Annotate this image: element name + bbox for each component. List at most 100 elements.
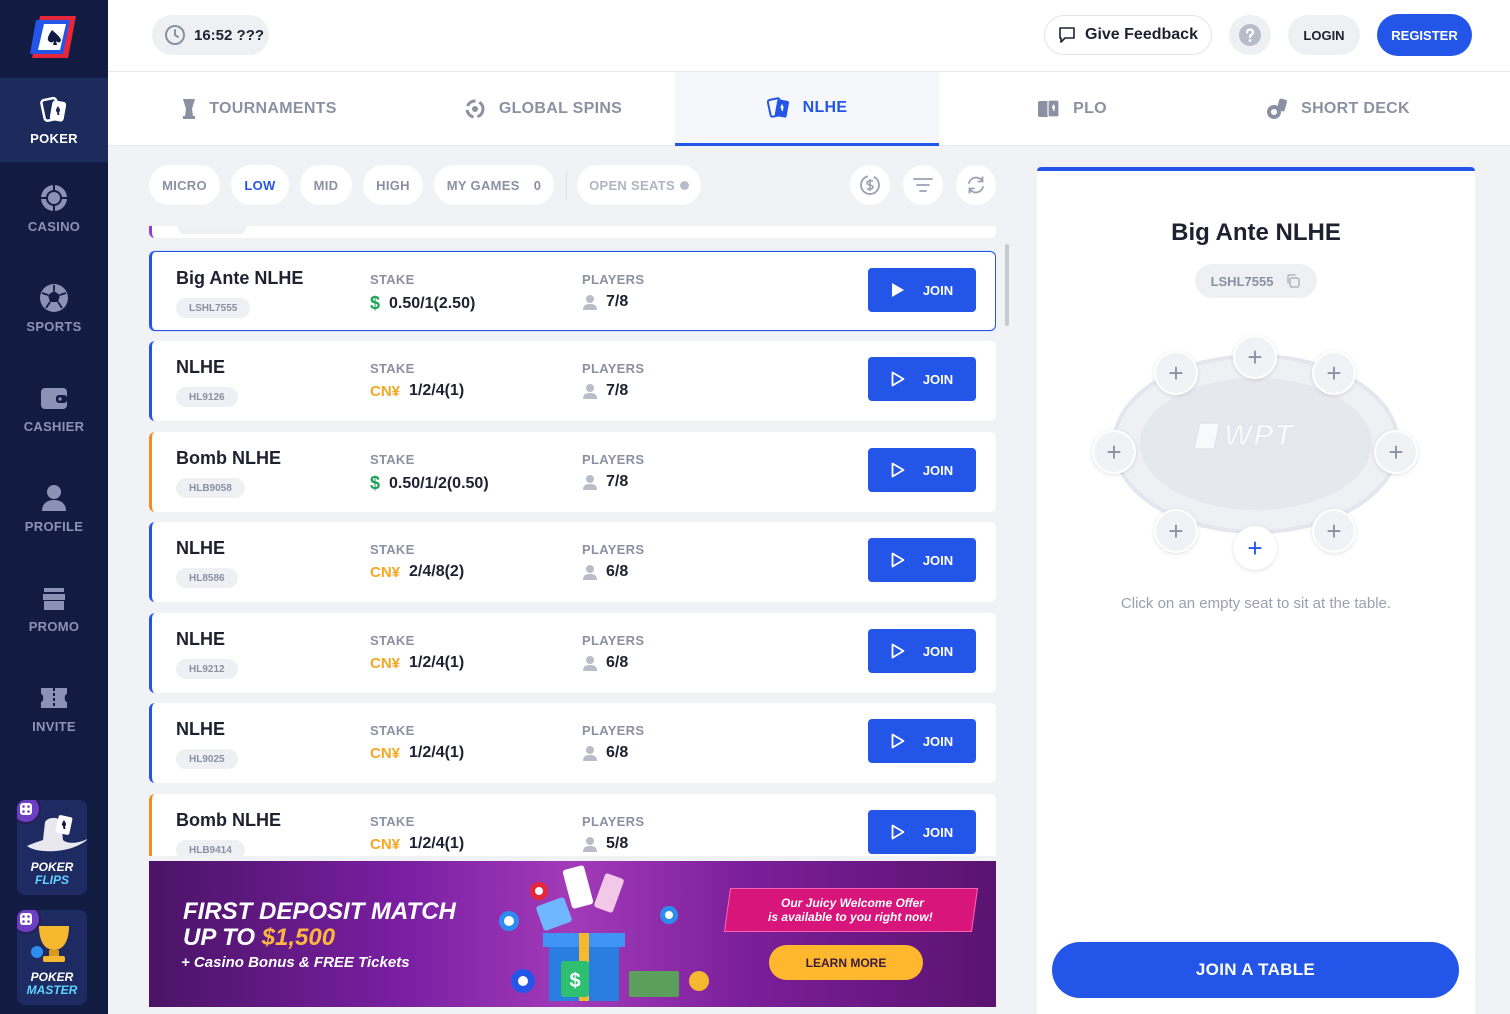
tab-global-spins[interactable]: GLOBAL SPINS (410, 72, 675, 146)
table-row[interactable]: NLHE HL9212 STAKE PLAYERS CN¥ 1/2/4(1) 6/… (149, 613, 996, 693)
sidebar-item-sports[interactable]: SPORTS (0, 266, 108, 350)
join-button[interactable]: JOIN (868, 810, 976, 854)
svg-text:$: $ (569, 970, 580, 992)
user-icon (583, 294, 597, 310)
players-value: 7/8 (582, 293, 628, 311)
players-label: PLAYERS (582, 633, 645, 648)
join-button[interactable]: JOIN (868, 629, 976, 673)
user-icon (583, 836, 597, 852)
tab-nlhe[interactable]: NLHE (675, 72, 939, 146)
first-deposit-banner[interactable]: FIRST DEPOSIT MATCH UP TO $1,500 + Casin… (149, 861, 996, 1007)
learn-more-button[interactable]: LEARN MORE (769, 945, 923, 980)
filter-divider (566, 170, 567, 200)
clock-icon (165, 25, 185, 45)
empty-seat-8[interactable]: + (1312, 509, 1356, 553)
clock-pill: 16:52 ??? (152, 15, 269, 55)
copy-icon (1287, 274, 1301, 288)
table-code: HL8586 (176, 568, 238, 588)
copy-table-code-button[interactable]: LSHL7555 (1195, 264, 1317, 298)
empty-seat-4[interactable]: + (1092, 430, 1136, 474)
tab-tournaments[interactable]: TOURNAMENTS (108, 72, 410, 146)
currency-filter-button[interactable] (850, 165, 890, 205)
register-button[interactable]: REGISTER (1377, 14, 1472, 56)
currency-symbol: CN¥ (370, 744, 401, 762)
game-type-tabs: TOURNAMENTS GLOBAL SPINS NLHE PLO SHORT … (108, 72, 1510, 146)
give-feedback-button[interactable]: Give Feedback (1044, 15, 1212, 55)
tab-short-deck[interactable]: SHORT DECK (1205, 72, 1470, 146)
join-button[interactable]: JOIN (868, 448, 976, 492)
players-label: PLAYERS (582, 542, 645, 557)
play-icon (891, 283, 904, 297)
banner-subtitle: + Casino Bonus & FREE Tickets (181, 954, 410, 971)
cards-icon (766, 96, 789, 118)
sidebar-label: CASHIER (23, 418, 85, 434)
empty-seat-3[interactable]: + (1312, 351, 1356, 395)
plo-cards-icon (1038, 99, 1060, 118)
join-button[interactable]: JOIN (868, 538, 976, 582)
tab-plo[interactable]: PLO (939, 72, 1205, 146)
login-button[interactable]: LOGIN (1288, 15, 1360, 55)
filter-high[interactable]: HIGH (363, 165, 423, 205)
table-row[interactable]: NLHE HL9025 STAKE PLAYERS CN¥ 1/2/4(1) 6/… (149, 703, 996, 783)
gift-icon (39, 583, 69, 613)
table-row[interactable]: Bomb NLHE HLB9414 STAKE PLAYERS CN¥ 1/2/4… (149, 794, 996, 856)
poker-flips-tile[interactable]: POKER FLIPS (17, 800, 87, 895)
table-row[interactable]: Bomb NLHE HLB9058 STAKE PLAYERS $0.50/1/… (149, 432, 996, 512)
players-label: PLAYERS (582, 814, 645, 829)
poker-icon (39, 95, 69, 125)
join-a-table-button[interactable]: JOIN A TABLE (1052, 942, 1459, 998)
players-value: 6/8 (582, 654, 628, 672)
currency-symbol: $ (370, 293, 381, 313)
poker-table-preview: WPT + + + + + + + + (1092, 331, 1420, 570)
brand-logo[interactable] (26, 12, 82, 62)
empty-seat-7[interactable]: + (1233, 526, 1277, 570)
help-button[interactable] (1229, 15, 1271, 55)
sidebar-item-poker[interactable]: POKER (0, 78, 108, 162)
refresh-button[interactable] (956, 165, 996, 205)
list-item-partial (149, 226, 996, 238)
sidebar-item-cashier[interactable]: CASHIER (0, 366, 108, 450)
empty-seat-2[interactable]: + (1154, 351, 1198, 395)
table-row[interactable]: NLHE HL9126 STAKE PLAYERS CN¥ 1/2/4(1) 7/… (149, 341, 996, 421)
sidebar-label: PROMO (28, 618, 80, 634)
chat-bubble-icon (1059, 27, 1075, 43)
sidebar: POKER CASINO SPORTS CASHIER PROFILE PROM… (0, 0, 108, 1014)
empty-seat-6[interactable]: + (1154, 509, 1198, 553)
filter-my-games[interactable]: MY GAMES 0 (434, 165, 554, 205)
trophy-art-icon (31, 926, 69, 962)
poker-flips-label: POKER FLIPS (30, 860, 74, 887)
table-list[interactable]: Big Ante NLHE LSHL7555 STAKE PLAYERS $0.… (149, 226, 996, 856)
filter-micro[interactable]: MICRO (149, 165, 220, 205)
players-label: PLAYERS (582, 361, 645, 376)
panel-title: Big Ante NLHE (1171, 219, 1341, 246)
currency-symbol: CN¥ (370, 563, 401, 581)
ticket-icon (39, 683, 69, 713)
players-label: PLAYERS (582, 452, 645, 467)
empty-seat-1[interactable]: + (1233, 335, 1277, 379)
sort-filter-button[interactable] (903, 165, 943, 205)
join-button[interactable]: JOIN (868, 357, 976, 401)
join-button[interactable]: JOIN (868, 268, 976, 312)
sidebar-item-promo[interactable]: PROMO (0, 566, 108, 650)
empty-seat-5[interactable]: + (1374, 430, 1418, 474)
players-value: 5/8 (582, 835, 628, 853)
poker-master-tile[interactable]: POKER MASTER (17, 910, 87, 1005)
stake-value: CN¥ 2/4/8(2) (370, 563, 465, 581)
stake-value: CN¥ 1/2/4(1) (370, 382, 465, 400)
filter-open-seats[interactable]: OPEN SEATS (577, 165, 701, 205)
play-outline-icon (891, 733, 905, 749)
filter-low[interactable]: LOW (231, 165, 289, 205)
sidebar-item-invite[interactable]: INVITE (0, 666, 108, 750)
my-games-label: MY GAMES (446, 177, 520, 193)
join-button[interactable]: JOIN (868, 719, 976, 763)
table-row[interactable]: NLHE HL8586 STAKE PLAYERS CN¥ 2/4/8(2) 6/… (149, 522, 996, 602)
stake-label: STAKE (370, 542, 415, 557)
sidebar-item-casino[interactable]: CASINO (0, 166, 108, 250)
filter-mid[interactable]: MID (300, 165, 352, 205)
sidebar-item-profile[interactable]: PROFILE (0, 466, 108, 550)
table-row[interactable]: Big Ante NLHE LSHL7555 STAKE PLAYERS $0.… (149, 251, 996, 331)
list-scrollbar[interactable] (1005, 244, 1009, 326)
user-icon (583, 383, 597, 399)
play-outline-icon (891, 552, 905, 568)
welcome-offer-badge: Our Juicy Welcome Offer is available to y… (723, 888, 979, 932)
